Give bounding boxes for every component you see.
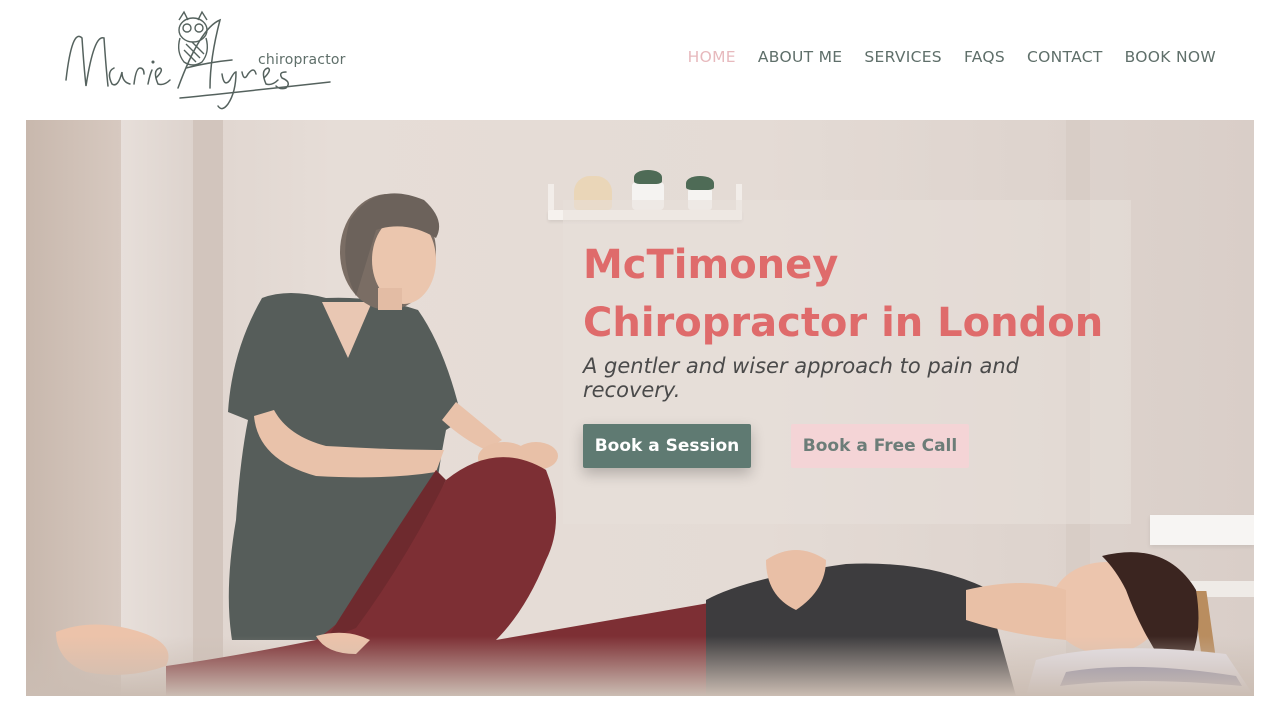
book-session-button[interactable]: Book a Session: [583, 424, 751, 468]
site-header: chiropractor HOME ABOUT ME SERVICES FAQS…: [0, 0, 1280, 120]
nav-contact[interactable]: CONTACT: [1027, 48, 1103, 66]
nav-about-me[interactable]: ABOUT ME: [758, 48, 842, 66]
main-nav: HOME ABOUT ME SERVICES FAQS CONTACT BOOK…: [688, 48, 1216, 66]
nav-faqs[interactable]: FAQS: [964, 48, 1005, 66]
hero-subtitle: A gentler and wiser approach to pain and…: [583, 354, 1019, 402]
logo-tagline: chiropractor: [258, 52, 346, 68]
hero-overlay-panel: McTimoney Chiropractor in London A gentl…: [563, 200, 1131, 524]
nav-book-now[interactable]: BOOK NOW: [1125, 48, 1216, 66]
owl-icon: [177, 10, 209, 66]
book-free-call-button[interactable]: Book a Free Call: [791, 424, 969, 468]
site-logo[interactable]: chiropractor: [60, 8, 350, 112]
hero-title: McTimoney Chiropractor in London: [583, 242, 1104, 346]
hero-section: McTimoney Chiropractor in London A gentl…: [26, 120, 1254, 696]
nav-home[interactable]: HOME: [688, 48, 736, 66]
nav-services[interactable]: SERVICES: [864, 48, 942, 66]
